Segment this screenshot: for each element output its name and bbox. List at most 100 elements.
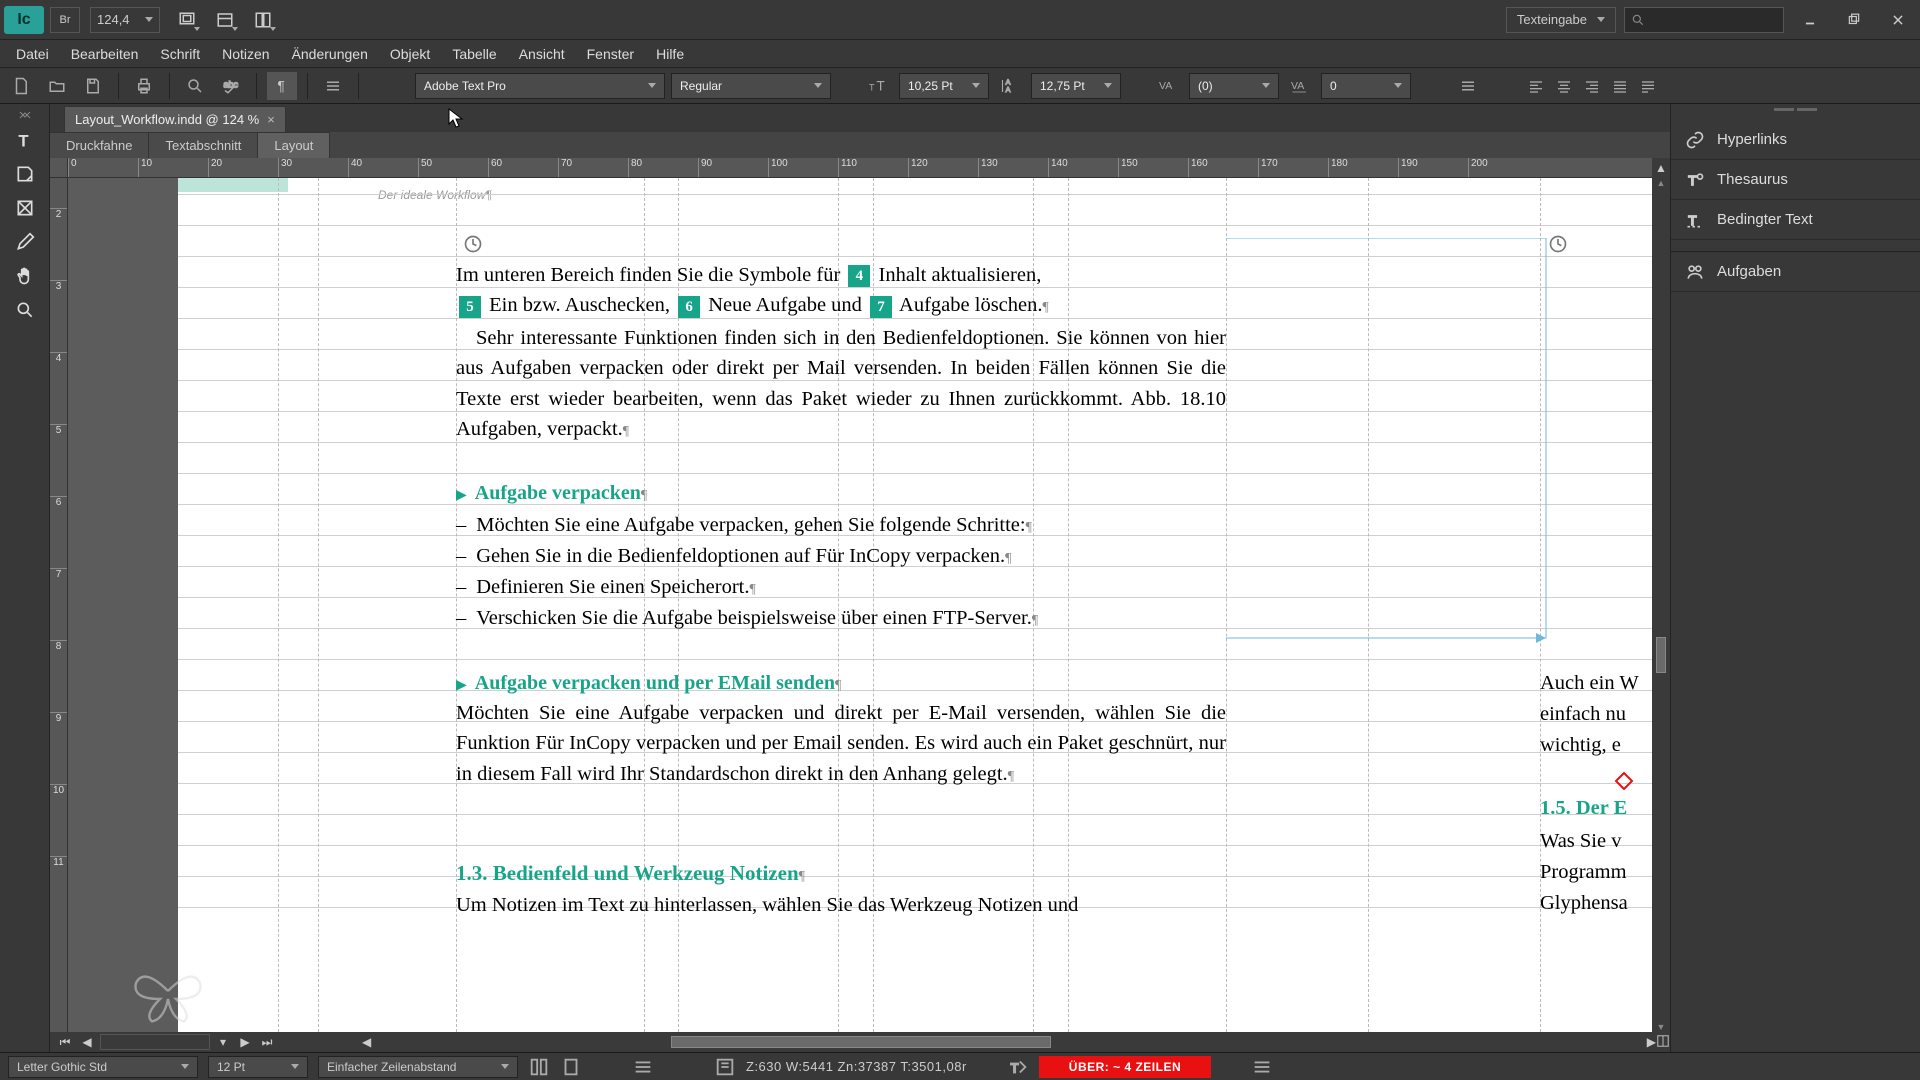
menu-datei[interactable]: Datei xyxy=(16,46,49,62)
align-justify-last-left-button[interactable] xyxy=(1637,75,1659,97)
vertical-ruler[interactable]: 234567891011 xyxy=(50,178,68,1032)
panel-menu-icon[interactable] xyxy=(1453,72,1483,100)
document-tab[interactable]: Layout_Workflow.indd @ 124 % × xyxy=(64,106,286,132)
track-changes-icon[interactable]: T xyxy=(1007,1056,1029,1078)
screen-mode-button[interactable] xyxy=(172,7,202,33)
tab-druckfahne[interactable]: Druckfahne xyxy=(50,132,149,158)
last-page-button[interactable]: ⏭ xyxy=(258,1034,276,1050)
find-button[interactable] xyxy=(180,72,210,100)
menu-ansicht[interactable]: Ansicht xyxy=(519,46,565,62)
ruler-origin[interactable] xyxy=(50,158,68,178)
search-field[interactable] xyxy=(1624,7,1784,33)
type-tool[interactable]: T xyxy=(8,124,42,156)
zoom-tool[interactable] xyxy=(8,294,42,326)
close-button[interactable] xyxy=(1880,6,1916,34)
print-button[interactable] xyxy=(129,72,159,100)
vertical-scrollbar[interactable]: ▲ ▼ xyxy=(1652,178,1670,1032)
overflow-heading[interactable]: 1.5. Der E xyxy=(1540,793,1627,823)
kerning-dropdown[interactable]: (0) xyxy=(1189,73,1279,99)
save-button[interactable] xyxy=(78,72,108,100)
scroll-left-button[interactable]: ◀ xyxy=(362,1035,371,1049)
panel-menu-icon[interactable] xyxy=(632,1056,654,1078)
panel-menu-icon[interactable] xyxy=(1251,1056,1273,1078)
heading[interactable]: ▶Aufgabe verpacken¶ xyxy=(456,478,1226,509)
horizontal-ruler[interactable]: 0102030405060708090100110120130140150160… xyxy=(68,158,1652,178)
first-page-button[interactable]: ⏮ xyxy=(56,1034,74,1050)
tab-textabschnitt[interactable]: Textabschnitt xyxy=(149,132,258,158)
font-size-dropdown[interactable]: 10,25 Pt xyxy=(899,73,989,99)
overflow-text[interactable]: Glyphensa xyxy=(1540,888,1628,918)
font-style-dropdown[interactable]: Regular xyxy=(671,73,831,99)
body-paragraph[interactable]: Möchten Sie eine Aufgabe verpacken und d… xyxy=(456,698,1226,789)
scrollbar-thumb[interactable] xyxy=(671,1036,1051,1048)
panel-assignments[interactable]: Aufgaben xyxy=(1671,252,1920,292)
menu-tabelle[interactable]: Tabelle xyxy=(452,46,496,62)
minimize-button[interactable] xyxy=(1792,6,1828,34)
dock-collapse[interactable] xyxy=(1671,104,1920,120)
single-column-icon[interactable] xyxy=(560,1056,582,1078)
heading[interactable]: ▶Aufgabe verpacken und per EMail senden¶ xyxy=(456,668,1226,699)
menu-schrift[interactable]: Schrift xyxy=(160,46,200,62)
canvas[interactable]: Der ideale Workflow¶ /* lines via JS bel… xyxy=(68,178,1652,1032)
list-item[interactable]: –Möchten Sie eine Aufgabe verpacken, geh… xyxy=(456,510,1226,540)
zoom-level-dropdown[interactable]: 124,4 xyxy=(90,7,160,33)
spellcheck-button[interactable]: abc xyxy=(216,72,246,100)
body-paragraph[interactable]: Um Notizen im Text zu hinterlassen, wähl… xyxy=(456,890,1226,920)
eyedropper-tool[interactable] xyxy=(8,226,42,258)
list-item[interactable]: –Definieren Sie einen Speicherort.¶ xyxy=(456,572,1226,602)
status-leading-dropdown[interactable]: Einfacher Zeilenabstand xyxy=(318,1056,518,1078)
overflow-text[interactable]: Was Sie v xyxy=(1540,826,1621,856)
next-page-button[interactable]: ▶ xyxy=(236,1034,254,1050)
show-hidden-chars-button[interactable]: ¶ xyxy=(267,72,297,100)
align-right-button[interactable] xyxy=(1581,75,1603,97)
panel-conditional-text[interactable]: T Bedingter Text xyxy=(1671,200,1920,240)
panel-hyperlinks[interactable]: Hyperlinks xyxy=(1671,120,1920,160)
view-options-button[interactable] xyxy=(210,7,240,33)
tracking-dropdown[interactable]: 0 xyxy=(1321,73,1411,99)
maximize-button[interactable] xyxy=(1836,6,1872,34)
leading-dropdown[interactable]: 12,75 Pt xyxy=(1031,73,1121,99)
align-left-button[interactable] xyxy=(1525,75,1547,97)
horizontal-scrollbar[interactable] xyxy=(391,1035,1627,1049)
align-justify-button[interactable] xyxy=(1609,75,1631,97)
body-paragraph[interactable]: Im unteren Bereich finden Sie die Symbol… xyxy=(456,260,1226,321)
arrange-docs-button[interactable] xyxy=(248,7,278,33)
columns-icon[interactable] xyxy=(528,1056,550,1078)
font-family-dropdown[interactable]: Adobe Text Pro xyxy=(415,73,665,99)
overflow-text[interactable]: wichtig, e xyxy=(1540,730,1621,760)
status-size-dropdown[interactable]: 12 Pt xyxy=(208,1056,308,1078)
list-item[interactable]: –Verschicken Sie die Aufgabe beispielswe… xyxy=(456,603,1226,633)
hand-tool[interactable] xyxy=(8,260,42,292)
position-tool[interactable] xyxy=(8,192,42,224)
panel-thesaurus[interactable]: T Thesaurus xyxy=(1671,160,1920,200)
body-paragraph[interactable]: Sehr interessante Funktionen finden sich… xyxy=(456,323,1226,444)
new-button[interactable] xyxy=(6,72,36,100)
collapse-toggle[interactable] xyxy=(0,108,49,122)
note-tool[interactable] xyxy=(8,158,42,190)
panel-menu-icon[interactable] xyxy=(318,72,348,100)
menu-objekt[interactable]: Objekt xyxy=(390,46,430,62)
list-item[interactable]: –Gehen Sie in die Bedienfeldoptionen auf… xyxy=(456,541,1226,571)
bridge-button[interactable]: Br xyxy=(50,7,80,33)
scroll-right-button[interactable]: ▶ xyxy=(1647,1035,1656,1049)
section-heading[interactable]: 1.3. Bedienfeld und Werkzeug Notizen¶ xyxy=(456,858,1226,889)
overflow-text[interactable]: Auch ein W xyxy=(1540,668,1639,698)
menu-aenderungen[interactable]: Änderungen xyxy=(292,46,368,62)
overflow-text[interactable]: einfach nu xyxy=(1540,699,1626,729)
menu-fenster[interactable]: Fenster xyxy=(587,46,634,62)
split-view-button[interactable] xyxy=(1656,1034,1670,1051)
close-tab-icon[interactable]: × xyxy=(267,112,275,127)
tab-layout[interactable]: Layout xyxy=(258,132,330,158)
menu-hilfe[interactable]: Hilfe xyxy=(656,46,684,62)
scrollbar-thumb[interactable] xyxy=(1656,637,1666,673)
open-button[interactable] xyxy=(42,72,72,100)
menu-notizen[interactable]: Notizen xyxy=(222,46,269,62)
status-font-dropdown[interactable]: Letter Gothic Std xyxy=(8,1056,198,1078)
overflow-text[interactable]: Programm xyxy=(1540,857,1627,887)
align-center-button[interactable] xyxy=(1553,75,1575,97)
prev-page-button[interactable]: ◀ xyxy=(78,1034,96,1050)
page-field[interactable] xyxy=(100,1034,210,1050)
page-dropdown[interactable]: ▾ xyxy=(214,1034,232,1050)
workspace-switcher[interactable]: Texteingabe xyxy=(1506,7,1616,33)
scroll-up-button[interactable]: ▲ xyxy=(1652,158,1670,178)
